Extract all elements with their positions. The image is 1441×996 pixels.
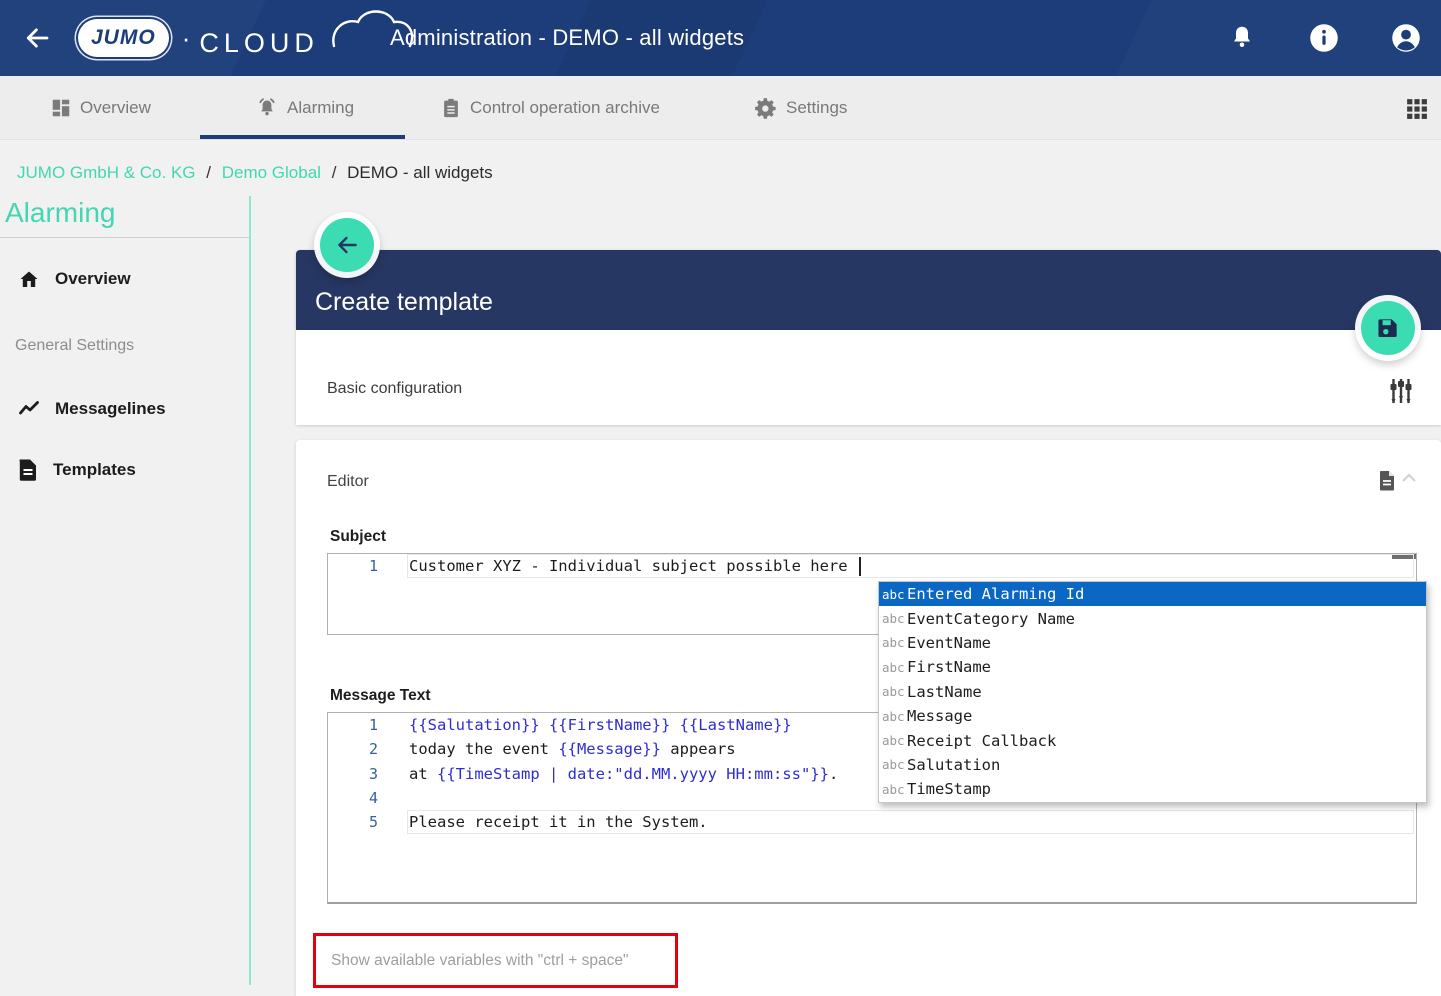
sidebar-divider xyxy=(0,237,250,238)
line-number: 3 xyxy=(328,765,378,783)
create-template-header: Create template xyxy=(296,250,1441,330)
abc-variable-icon: abc xyxy=(882,709,907,724)
line-number: 2 xyxy=(328,740,378,758)
autocomplete-item-label: LastName xyxy=(907,683,982,701)
abc-variable-icon: abc xyxy=(882,611,907,626)
tune-filters-icon[interactable] xyxy=(1389,378,1413,404)
sidebar-section-general-settings: General Settings xyxy=(15,337,134,355)
line-number: 1 xyxy=(328,557,378,575)
save-floppy-icon xyxy=(1375,315,1401,341)
autocomplete-item-label: Entered Alarming Id xyxy=(907,585,1084,603)
active-tab-underline xyxy=(200,135,405,139)
line-number: 1 xyxy=(328,716,378,734)
abc-variable-icon: abc xyxy=(882,660,907,675)
autocomplete-item[interactable]: abcLastName xyxy=(879,680,1426,704)
basic-configuration-label: Basic configuration xyxy=(327,380,462,398)
notifications-bell-icon[interactable] xyxy=(1227,23,1257,53)
abc-variable-icon: abc xyxy=(882,782,907,797)
autocomplete-item-label: TimeStamp xyxy=(907,780,991,798)
tab-overview[interactable]: Overview xyxy=(50,76,151,140)
sidebar-item-templates[interactable]: Templates xyxy=(17,454,136,486)
message-text-label: Message Text xyxy=(330,687,431,705)
autocomplete-item[interactable]: abcEntered Alarming Id xyxy=(879,582,1426,606)
app-header: JUMO · CLOUD Administration - DEMO - all… xyxy=(0,0,1441,76)
autocomplete-item-label: EventName xyxy=(907,634,991,652)
breadcrumb-link-company[interactable]: JUMO GmbH & Co. KG xyxy=(17,163,196,182)
basic-configuration-row: Basic configuration xyxy=(296,330,1441,425)
account-icon[interactable] xyxy=(1391,23,1421,53)
chevron-up-icon xyxy=(1401,473,1417,483)
sidebar-item-messagelines[interactable]: Messagelines xyxy=(17,393,166,425)
back-button[interactable] xyxy=(320,218,374,272)
annotation-red-box: Show available variables with "ctrl + sp… xyxy=(313,933,678,988)
alarm-bell-icon xyxy=(255,96,279,120)
panel-title: Create template xyxy=(315,288,493,317)
logo-dot: · xyxy=(182,23,191,54)
autocomplete-item-label: Receipt Callback xyxy=(907,732,1056,750)
clipboard-icon xyxy=(440,97,462,119)
document-icon xyxy=(17,458,39,482)
jumo-cloud-logo: JUMO · CLOUD xyxy=(78,14,319,62)
gear-icon xyxy=(755,97,778,120)
autocomplete-item-label: Message xyxy=(907,707,972,725)
breadcrumb: JUMO GmbH & Co. KG / Demo Global / DEMO … xyxy=(17,163,493,183)
text-cursor xyxy=(859,557,861,576)
tab-settings[interactable]: Settings xyxy=(755,76,847,140)
logo-secondary-text: CLOUD xyxy=(199,28,319,59)
editor-collapse-control[interactable] xyxy=(1378,470,1417,492)
save-button[interactable] xyxy=(1361,301,1415,355)
main-tabbar: Overview Alarming Control operation arch… xyxy=(0,76,1441,140)
sidebar-separator-line xyxy=(249,196,251,985)
subject-label: Subject xyxy=(330,528,386,546)
autocomplete-item[interactable]: abcReceipt Callback xyxy=(879,728,1426,752)
abc-variable-icon: abc xyxy=(882,635,907,650)
autocomplete-item-label: EventCategory Name xyxy=(907,610,1075,628)
autocomplete-item[interactable]: abcTimeStamp xyxy=(879,777,1426,801)
code-line[interactable]: 5Please receipt it in the System. xyxy=(328,810,1416,834)
editor-title: Editor xyxy=(327,473,369,491)
info-icon[interactable] xyxy=(1309,23,1339,53)
dashboard-icon xyxy=(50,97,72,119)
abc-variable-icon: abc xyxy=(882,587,907,602)
sidebar-title: Alarming xyxy=(5,197,115,229)
home-icon xyxy=(17,267,41,291)
tab-alarming[interactable]: Alarming xyxy=(255,76,354,140)
page-title: Administration - DEMO - all widgets xyxy=(390,0,744,76)
code-line[interactable]: 1Customer XYZ - Individual subject possi… xyxy=(328,554,1416,578)
back-arrow-icon[interactable] xyxy=(22,23,52,53)
tab-control-operation-archive[interactable]: Control operation archive xyxy=(440,76,660,140)
app-screen: JUMO · CLOUD Administration - DEMO - all… xyxy=(0,0,1441,996)
autocomplete-item[interactable]: abcEventName xyxy=(879,631,1426,655)
messagelines-chart-icon xyxy=(17,397,41,421)
abc-variable-icon: abc xyxy=(882,757,907,772)
sidebar-item-overview[interactable]: Overview xyxy=(17,263,131,295)
autocomplete-item[interactable]: abcFirstName xyxy=(879,655,1426,679)
line-number: 4 xyxy=(328,789,378,807)
file-icon xyxy=(1378,470,1397,492)
back-arrow-icon xyxy=(334,232,360,258)
abc-variable-icon: abc xyxy=(882,733,907,748)
logo-primary-text: JUMO xyxy=(91,26,156,50)
autocomplete-item-label: Salutation xyxy=(907,756,1000,774)
jumo-logo-pill: JUMO xyxy=(78,19,169,57)
line-number: 5 xyxy=(328,813,378,831)
autocomplete-item-label: FirstName xyxy=(907,658,991,676)
variables-hint-text: Show available variables with "ctrl + sp… xyxy=(331,952,628,970)
apps-grid-icon[interactable] xyxy=(1404,96,1429,121)
breadcrumb-current: DEMO - all widgets xyxy=(347,163,492,182)
breadcrumb-link-group[interactable]: Demo Global xyxy=(222,163,321,182)
autocomplete-item[interactable]: abcEventCategory Name xyxy=(879,606,1426,630)
autocomplete-dropdown: abcEntered Alarming IdabcEventCategory N… xyxy=(878,581,1427,803)
header-actions xyxy=(1227,0,1421,76)
autocomplete-item[interactable]: abcSalutation xyxy=(879,753,1426,777)
abc-variable-icon: abc xyxy=(882,684,907,699)
autocomplete-item[interactable]: abcMessage xyxy=(879,704,1426,728)
